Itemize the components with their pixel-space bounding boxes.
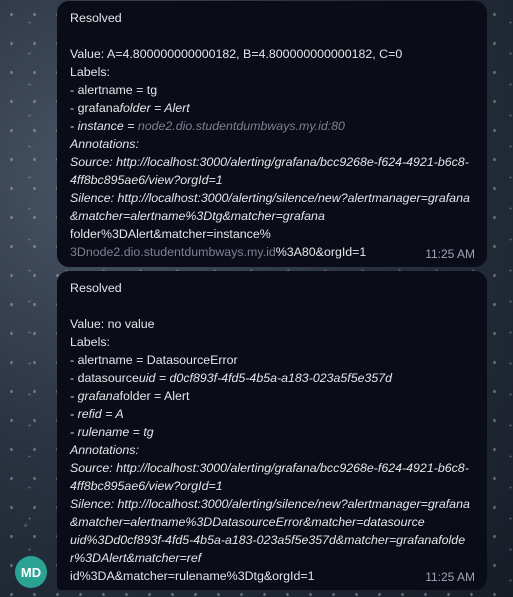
message-value: Value: no value xyxy=(70,317,155,331)
silence-link[interactable]: Silence: http://localhost:3000/alerting/… xyxy=(70,189,475,225)
source-link[interactable]: Source: http://localhost:3000/alerting/g… xyxy=(70,459,475,495)
label-line: - alertname = tg xyxy=(70,83,158,97)
silence-link-continued[interactable]: uid%3Dd0cf893f-4fd5-4b5a-a183-023a5f5e35… xyxy=(70,531,475,567)
label-line: - datasourceuid = d0cf893f-4fd5-4b5a-a18… xyxy=(70,371,393,385)
message-bubble[interactable]: Resolved Value: A=4.800000000000182, B=4… xyxy=(57,1,487,267)
annotations-title: Annotations: xyxy=(70,443,139,457)
silence-link[interactable]: Silence: http://localhost:3000/alerting/… xyxy=(70,495,475,531)
source-link[interactable]: Source: http://localhost:3000/alerting/g… xyxy=(70,153,475,189)
label-line: - rulename = tg xyxy=(70,425,154,439)
annotations-title: Annotations: xyxy=(70,137,139,151)
silence-link-continued[interactable]: folder%3DAlert&matcher=instance% 3Dnode2.… xyxy=(70,225,475,261)
message-status: Resolved xyxy=(70,281,122,295)
message-status: Resolved xyxy=(70,11,122,25)
label-line: - alertname = DatasourceError xyxy=(70,353,238,367)
avatar[interactable]: MD xyxy=(15,556,47,588)
message-timestamp: 11:25 AM xyxy=(425,247,475,261)
message-bubble[interactable]: Resolved Value: no value Labels: - alert… xyxy=(57,271,487,590)
labels-title: Labels: xyxy=(70,335,110,349)
message-value: Value: A=4.800000000000182, B=4.80000000… xyxy=(70,47,403,61)
label-line: - refid = A xyxy=(70,407,124,421)
label-line: - grafanafolder = Alert xyxy=(70,389,190,403)
labels-title: Labels: xyxy=(70,65,110,79)
message-timestamp: 11:25 AM xyxy=(425,570,475,584)
label-line: - instance = node2.dio.studentdumbways.m… xyxy=(70,119,345,133)
label-line: - grafanafolder = Alert xyxy=(70,101,190,115)
silence-link-end[interactable]: id%3DA&matcher=rulename%3Dtg&orgId=1 xyxy=(70,567,475,585)
